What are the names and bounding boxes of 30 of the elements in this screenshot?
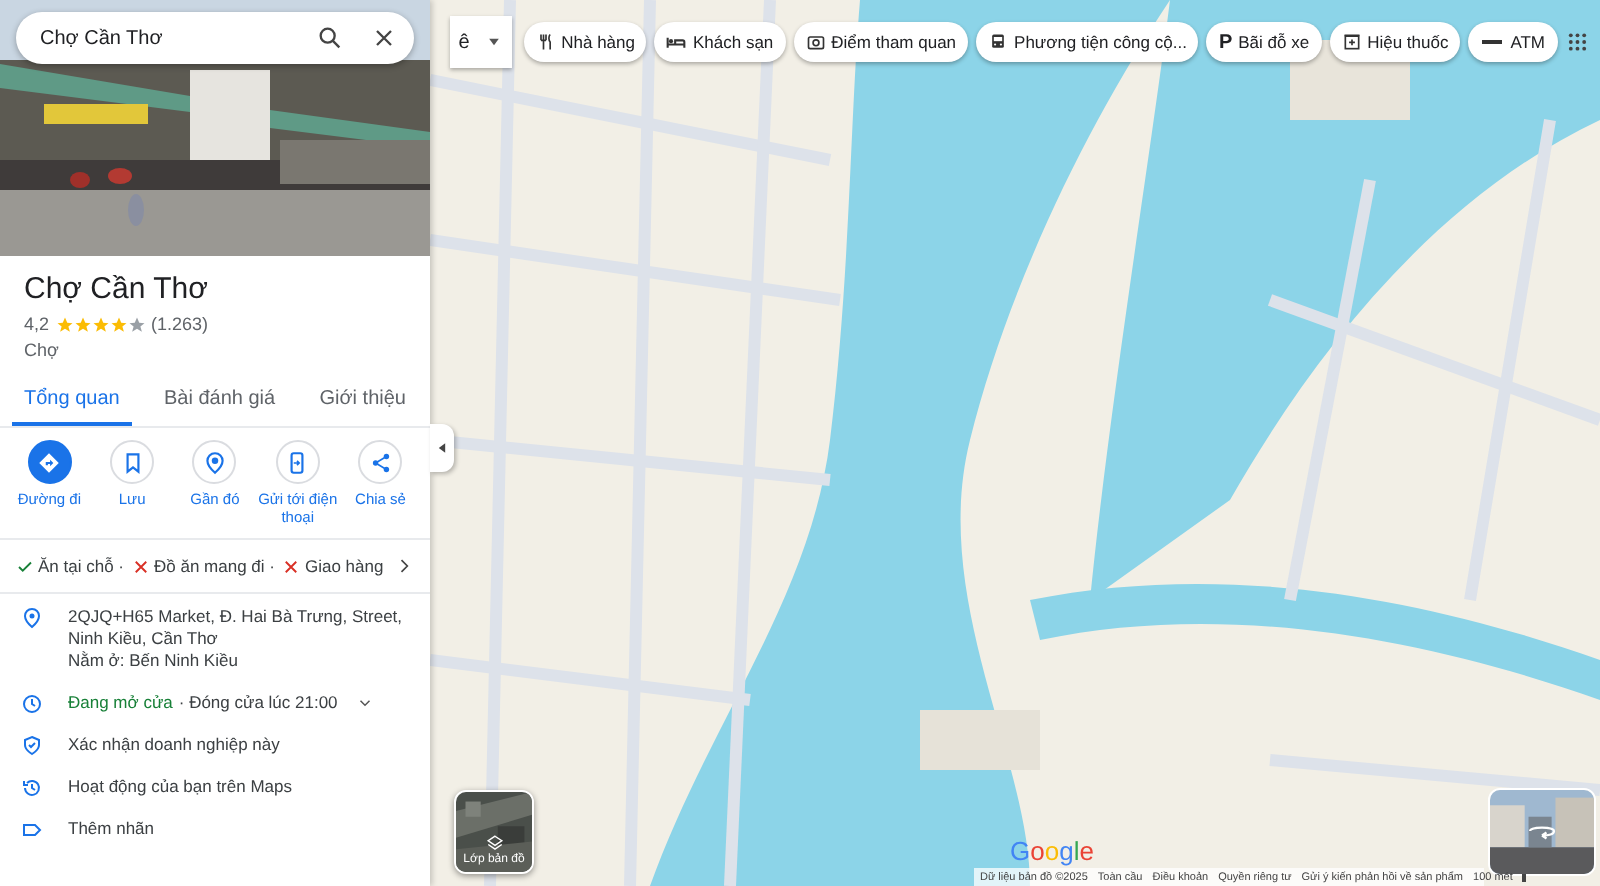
nearby-button[interactable] (192, 440, 237, 484)
directions-icon (36, 449, 63, 475)
info-text[interactable]: Nằm ở: Bến Ninh Kiều (68, 650, 238, 672)
history-icon (20, 776, 44, 800)
service-option: Đồ ăn mang đi · (154, 556, 275, 576)
tab[interactable]: Bài đánh giá (151, 376, 288, 426)
phone-button[interactable] (275, 440, 320, 484)
service-option: Ăn tại chỗ · (38, 556, 124, 576)
place-title: Chợ Cần Thơ (24, 272, 210, 308)
info-text[interactable]: Thêm nhãn (68, 818, 154, 840)
info-text[interactable]: Hoạt động của bạn trên Maps (68, 776, 292, 798)
share-button[interactable] (358, 440, 403, 484)
rating-value: 4,2 (24, 314, 50, 334)
tab[interactable]: Giới thiệu (307, 376, 418, 426)
info-text[interactable]: 2QJQ+H65 Market, Đ. Hai Bà Trưng, Street, Ninh Kiều, Cần Thơ (68, 606, 410, 650)
info-text[interactable]: Xác nhận doanh nghiệp này (68, 734, 280, 756)
nearby-icon (201, 449, 228, 475)
location-pin-icon (20, 606, 44, 630)
service-option: Giao hàng (304, 556, 384, 576)
place-category[interactable]: Chợ (24, 340, 406, 360)
review-count[interactable]: (1.263) (151, 314, 209, 334)
save-button[interactable] (110, 440, 155, 484)
closing-time[interactable]: · Đóng cửa lúc 21:00 (178, 692, 338, 714)
share-icon (367, 449, 394, 475)
open-status[interactable]: Đang mở cửa (68, 692, 173, 714)
directions-button[interactable] (27, 440, 72, 484)
shield-check-icon (20, 734, 44, 758)
label-icon (20, 818, 44, 842)
tab[interactable]: Tổng quan (12, 376, 132, 426)
clock-icon (20, 692, 44, 716)
